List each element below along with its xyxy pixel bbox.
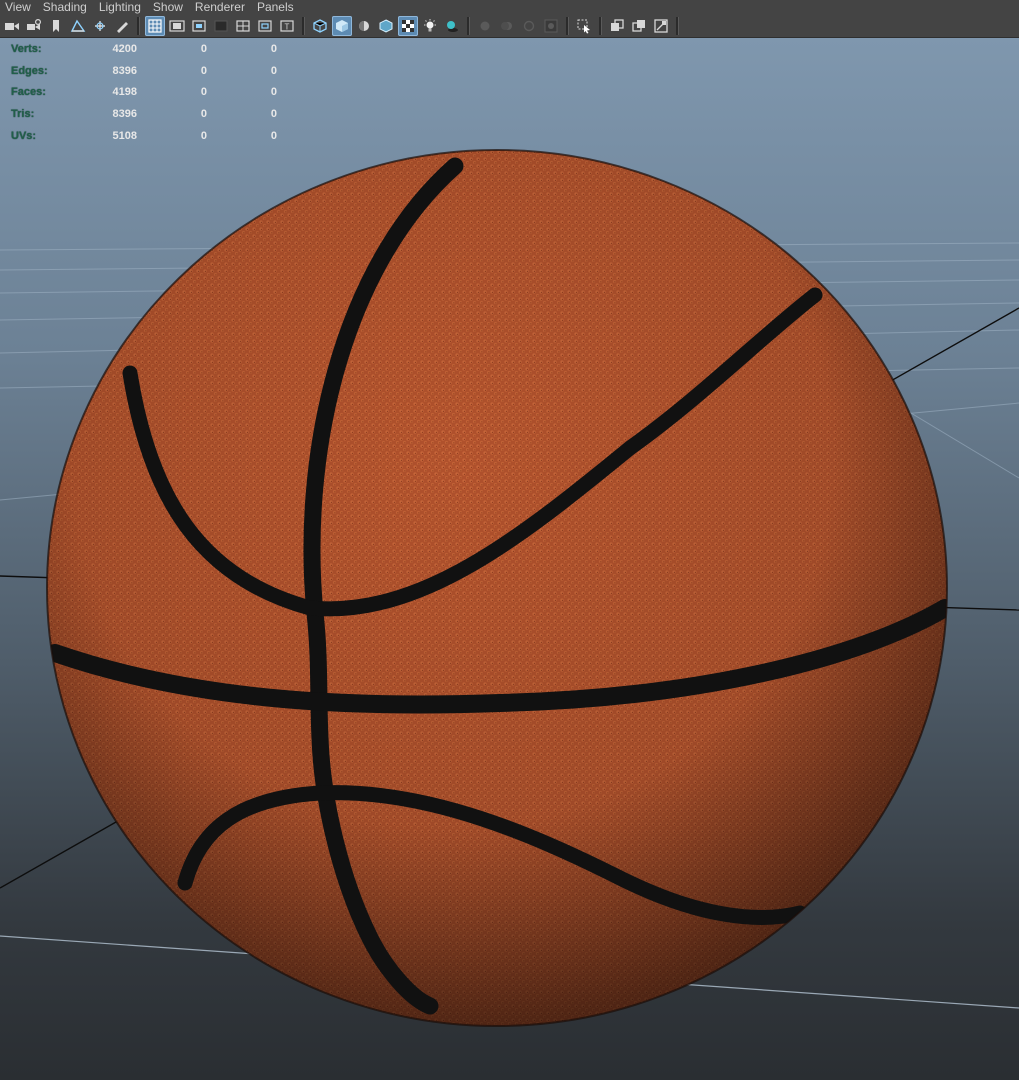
use-default-material-icon[interactable] [354, 16, 374, 36]
field-chart-icon[interactable] [233, 16, 253, 36]
stat-label: UVs: [11, 130, 37, 143]
shadows-icon[interactable] [442, 16, 462, 36]
stat-row-edges: Edges: 8396 0 0 [11, 60, 277, 82]
stat-value-object: 5108 [112, 130, 137, 143]
menu-show[interactable]: Show [148, 0, 190, 14]
stat-row-uvs: UVs: 5108 0 0 [11, 125, 277, 147]
safe-title-icon[interactable]: T [277, 16, 297, 36]
scene-canvas[interactable] [0, 38, 1019, 1080]
film-gate-icon[interactable] [167, 16, 187, 36]
stat-row-faces: Faces: 4198 0 0 [11, 82, 277, 104]
menu-shading[interactable]: Shading [38, 0, 94, 14]
xray-active-components-icon[interactable] [629, 16, 649, 36]
stat-value-components: 0 [270, 64, 277, 77]
stat-value-object: 4200 [112, 42, 137, 55]
stat-value-selected: 0 [200, 130, 207, 143]
wireframe-icon[interactable] [310, 16, 330, 36]
stat-value-object: 8396 [112, 64, 137, 77]
stat-value-components: 0 [270, 108, 277, 121]
wireframe-on-shaded-icon[interactable] [376, 16, 396, 36]
viewport-toolbar: T [0, 14, 1019, 38]
grease-pencil-icon[interactable] [112, 16, 132, 36]
stat-label: Tris: [11, 108, 35, 121]
stat-value-selected: 0 [200, 64, 207, 77]
image-plane-icon[interactable] [68, 16, 88, 36]
stat-label: Edges: [11, 64, 48, 77]
stat-value-components: 0 [270, 42, 277, 55]
stat-value-selected: 0 [200, 42, 207, 55]
stat-row-tris: Tris: 8396 0 0 [11, 103, 277, 125]
stat-value-components: 0 [270, 130, 277, 143]
stat-value-selected: 0 [200, 108, 207, 121]
stat-value-object: 4198 [112, 86, 137, 99]
toolbar-separator [599, 16, 602, 35]
depth-of-field-icon[interactable] [541, 16, 561, 36]
toolbar-separator [467, 16, 470, 35]
smooth-shade-all-icon[interactable] [332, 15, 352, 36]
svg-text:T: T [285, 22, 290, 31]
stat-row-verts: Verts: 4200 0 0 [11, 38, 277, 60]
multisample-anti-aliasing-icon[interactable] [519, 16, 539, 36]
bookmark-icon[interactable] [46, 16, 66, 36]
use-all-lights-icon[interactable] [420, 16, 440, 36]
basketball-model[interactable] [46, 149, 948, 1027]
camera-icon[interactable] [2, 16, 22, 36]
gate-mask-icon[interactable] [211, 16, 231, 36]
grid-icon[interactable] [145, 15, 165, 36]
toolbar-separator [137, 16, 140, 35]
menu-lighting[interactable]: Lighting [94, 0, 148, 14]
poly-count-hud: Verts: 4200 0 0 Edges: 8396 0 0 Faces: 4… [11, 38, 277, 147]
toolbar-separator [566, 16, 569, 35]
camera-attributes-icon[interactable] [24, 16, 44, 36]
menu-panels[interactable]: Panels [252, 0, 301, 14]
screen-space-ambient-occlusion-icon[interactable] [475, 16, 495, 36]
3d-viewport[interactable]: Verts: 4200 0 0 Edges: 8396 0 0 Faces: 4… [0, 38, 1019, 1080]
toolbar-separator [676, 16, 679, 35]
motion-blur-icon[interactable] [497, 16, 517, 36]
menu-view[interactable]: View [0, 0, 38, 14]
stat-label: Verts: [11, 42, 42, 55]
xray-icon[interactable] [607, 16, 627, 36]
isolate-select-icon[interactable] [574, 16, 594, 36]
xray-joints-icon[interactable] [651, 16, 671, 36]
viewport-menu-bar: View Shading Lighting Show Renderer Pane… [0, 0, 1019, 14]
stat-value-selected: 0 [200, 86, 207, 99]
safe-action-icon[interactable] [255, 16, 275, 36]
resolution-gate-icon[interactable] [189, 16, 209, 36]
2d-pan-zoom-icon[interactable] [90, 16, 110, 36]
stat-label: Faces: [11, 86, 46, 99]
textured-icon[interactable] [398, 15, 418, 36]
stat-value-object: 8396 [112, 108, 137, 121]
stat-value-components: 0 [270, 86, 277, 99]
toolbar-separator [302, 16, 305, 35]
menu-renderer[interactable]: Renderer [190, 0, 252, 14]
